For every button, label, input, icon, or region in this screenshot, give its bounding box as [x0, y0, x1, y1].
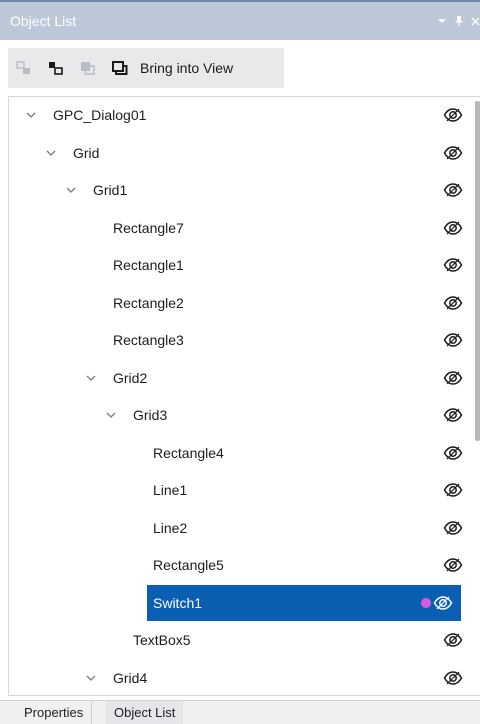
- chevron-down-icon[interactable]: [45, 146, 57, 160]
- tree-item[interactable]: Grid1: [9, 172, 471, 208]
- chevron-down-icon[interactable]: [65, 183, 77, 197]
- object-list-panel: Object List Bring into View GPC_Dialog01…: [0, 0, 480, 724]
- tree-item[interactable]: Rectangle2: [9, 285, 471, 321]
- bring-to-front-icon[interactable]: [104, 48, 136, 88]
- close-icon[interactable]: [471, 15, 480, 27]
- send-to-back-icon[interactable]: [72, 48, 104, 88]
- scrollbar-thumb[interactable]: [475, 101, 480, 441]
- tree-item[interactable]: Grid4: [9, 660, 471, 696]
- tree-item-label: Rectangle3: [113, 332, 184, 348]
- eye-icon[interactable]: [443, 631, 463, 649]
- toolbar: Bring into View: [8, 48, 284, 88]
- eye-icon[interactable]: [443, 556, 463, 574]
- eye-icon[interactable]: [443, 256, 463, 274]
- tree-item[interactable]: Line2: [9, 510, 471, 546]
- tree-item-label: Line1: [153, 482, 188, 498]
- tree-item-label: Switch1: [153, 594, 203, 611]
- eye-icon[interactable]: [443, 369, 463, 387]
- tree-item-label: Grid1: [93, 182, 128, 198]
- panel-tabs: Properties Object List: [0, 700, 480, 724]
- tree-item[interactable]: Rectangle5: [9, 547, 471, 583]
- tree-item[interactable]: Switch1: [9, 584, 471, 621]
- eye-icon[interactable]: [443, 106, 463, 124]
- tree-item-label: Grid3: [133, 407, 168, 423]
- eye-icon[interactable]: [443, 294, 463, 312]
- tree-item[interactable]: Grid2: [9, 360, 471, 396]
- tree-item[interactable]: Rectangle4: [9, 435, 471, 471]
- dropdown-icon[interactable]: [437, 17, 447, 25]
- panel-titlebar: Object List: [0, 0, 480, 40]
- tree-item[interactable]: Rectangle7: [9, 210, 471, 246]
- eye-icon[interactable]: [443, 406, 463, 424]
- eye-icon[interactable]: [443, 181, 463, 199]
- tree-item-label: Grid: [73, 144, 100, 161]
- titlebar-controls: [437, 2, 480, 40]
- tree-item-label: Rectangle7: [113, 219, 184, 236]
- tree-item-label: Grid2: [113, 369, 148, 386]
- group-icon[interactable]: [40, 48, 72, 88]
- tree-item-label: Rectangle2: [113, 294, 184, 311]
- chevron-down-icon[interactable]: [85, 671, 97, 685]
- pin-icon[interactable]: [454, 15, 464, 27]
- tab-properties[interactable]: Properties: [16, 701, 93, 724]
- eye-icon[interactable]: [443, 481, 463, 499]
- panel-title: Object List: [10, 13, 77, 29]
- eye-icon[interactable]: [443, 519, 463, 537]
- tree-item[interactable]: Grid3: [9, 397, 471, 433]
- tree-item[interactable]: Rectangle1: [9, 247, 471, 283]
- eye-icon[interactable]: [443, 144, 463, 162]
- tree-item-label: Line2: [153, 519, 188, 536]
- chevron-down-icon[interactable]: [25, 108, 37, 122]
- tree-item-label: GPC_Dialog01: [53, 107, 147, 123]
- tree-item[interactable]: TextBox5: [9, 622, 471, 658]
- tree-item-label: TextBox5: [133, 632, 191, 648]
- tree-item-label: Rectangle4: [153, 444, 224, 461]
- tree-item-label: Rectangle1: [113, 257, 184, 273]
- tree-item[interactable]: GPC_Dialog01: [9, 97, 471, 133]
- object-tree: GPC_Dialog01 Grid Grid1 Rectangle7 Rectangle…: [8, 96, 480, 696]
- eye-icon[interactable]: [443, 444, 463, 462]
- eye-icon[interactable]: [433, 594, 453, 612]
- tree-item[interactable]: Rectangle3: [9, 322, 471, 358]
- tab-object-list[interactable]: Object List: [106, 701, 184, 724]
- tree-item-label: Rectangle5: [153, 557, 224, 573]
- ungroup-icon[interactable]: [8, 48, 40, 88]
- eye-icon[interactable]: [443, 331, 463, 349]
- tree-scrollbar[interactable]: [475, 97, 480, 695]
- eye-icon[interactable]: [443, 669, 463, 687]
- tree-item[interactable]: Line1: [9, 472, 471, 508]
- tree-item-label: Grid4: [113, 669, 148, 686]
- eye-icon[interactable]: [443, 219, 463, 237]
- bring-into-view-button[interactable]: Bring into View: [136, 48, 243, 88]
- chevron-down-icon[interactable]: [85, 371, 97, 385]
- chevron-down-icon[interactable]: [105, 408, 117, 422]
- tree-item[interactable]: Grid: [9, 135, 471, 171]
- status-dot: [421, 597, 431, 608]
